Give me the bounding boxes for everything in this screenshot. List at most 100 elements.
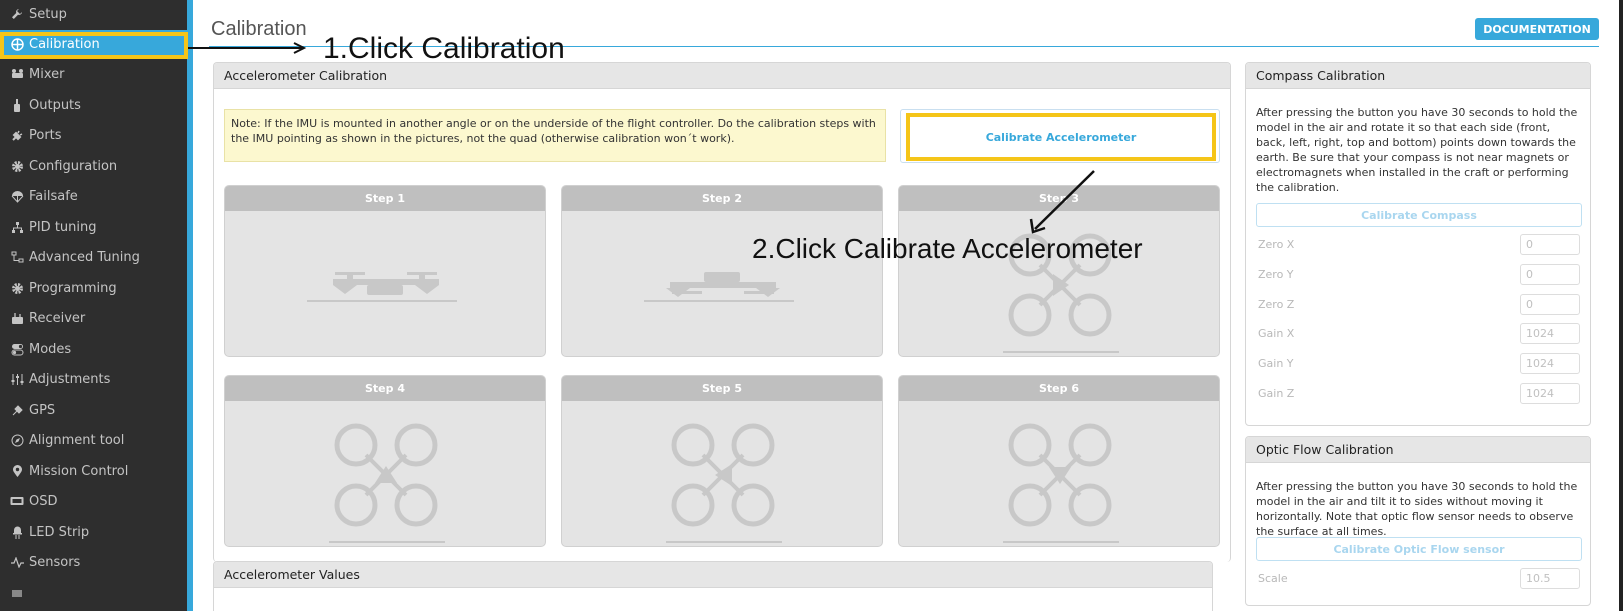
compass-field-gain-y: Gain Y 1024 [1258,352,1580,374]
optic-flow-calibration-panel: Optic Flow Calibration After pressing th… [1245,436,1591,606]
step-label: Step 1 [225,186,545,211]
sidebar-item-outputs[interactable]: Outputs [0,91,187,119]
compass-field-zero-x: Zero X 0 [1258,233,1580,255]
sidebar-item-label: LED Strip [29,524,90,540]
step-label: Step 6 [899,376,1219,401]
optic-flow-instructions: After pressing the button you have 30 se… [1256,480,1578,538]
step-label: Step 3 [899,186,1219,211]
sidebar-item-label: Mixer [29,66,65,82]
sidebar-item-receiver[interactable]: Receiver [0,304,187,332]
step-1-card: Step 1 [224,185,546,357]
sidebar-item-label: Modes [29,341,72,357]
field-value[interactable]: 10.5 [1520,567,1580,589]
sidebar-item-label: Receiver [29,310,86,326]
field-label: Gain Z [1258,386,1295,400]
tethered-icon [10,586,24,600]
field-label: Zero Z [1258,297,1295,311]
sidebar-item-label: GPS [29,402,56,418]
step-3-card: Step 3 [898,185,1220,357]
mixer-icon [10,67,24,81]
panel-title: Accelerometer Values [214,562,1212,588]
quad-top-arrow-down-image [1003,423,1119,543]
calibration-note: Note: If the IMU is mounted in another a… [224,109,886,162]
sidebar-item-label: Mission Control [29,463,129,479]
sidebar-item-adjustments[interactable]: Adjustments [0,365,187,393]
sidebar-item-mission-control[interactable]: Mission Control [0,457,187,485]
calibrate-accelerometer-button[interactable]: Calibrate Accelerometer [906,113,1216,161]
sidebar-item-pid-tuning[interactable]: PID tuning [0,213,187,241]
annotation-step-1: 1.Click Calibration [323,32,565,65]
pulse-icon [10,555,24,569]
sidebar-item-ports[interactable]: Ports [0,121,187,149]
optic-flow-field-scale: Scale 10.5 [1258,567,1580,589]
sidebar-item-label: Programming [29,280,117,296]
sidebar-item-label: PID tuning [29,219,97,235]
sidebar-item-alignment-tool[interactable]: Alignment tool [0,426,187,454]
field-label: Gain X [1258,326,1295,340]
sidebar-item-label: Advanced Tuning [29,249,140,265]
main-content: Calibration DOCUMENTATION Accelerometer … [193,0,1623,611]
quad-level-side-image [307,272,457,302]
annotation-step-2: 2.Click Calibrate Accelerometer [752,233,1143,264]
panel-title: Accelerometer Calibration [214,63,1230,89]
calibrate-compass-button[interactable]: Calibrate Compass [1256,203,1582,227]
field-label: Zero X [1258,237,1295,251]
sidebar-item-failsafe[interactable]: Failsafe [0,182,187,210]
field-value[interactable]: 0 [1520,233,1580,255]
parachute-icon [10,189,24,203]
sidebar-item-led-strip[interactable]: LED Strip [0,518,187,546]
field-value[interactable]: 1024 [1520,322,1580,344]
sidebar-item-mixer[interactable]: Mixer [0,60,187,88]
sidebar-item-label: OSD [29,493,58,509]
step-label: Step 4 [225,376,545,401]
field-label: Gain Y [1258,356,1294,370]
sidebar-item-label: Outputs [29,97,81,113]
sidebar-item-osd[interactable]: OSD [0,487,187,515]
sidebar-item-label: Failsafe [29,188,78,204]
receiver-icon [10,311,24,325]
sidebar-item-advanced-tuning[interactable]: Advanced Tuning [0,243,187,271]
compass-instructions: After pressing the button you have 30 se… [1256,106,1578,194]
sidebar-item-label: Setup [29,6,67,22]
osd-icon [10,494,24,508]
sidebar-item-label: Sensors [29,554,81,570]
sitemap-icon [10,220,24,234]
sidebar-item-configuration[interactable]: Configuration [0,152,187,180]
led-icon [10,525,24,539]
tree-icon [10,250,24,264]
step-label: Step 2 [562,186,882,211]
field-label: Scale [1258,571,1288,585]
field-value[interactable]: 0 [1520,263,1580,285]
field-value[interactable]: 1024 [1520,352,1580,374]
documentation-button[interactable]: DOCUMENTATION [1475,18,1599,40]
sidebar-item-setup[interactable]: Setup [0,0,187,28]
plug-icon [10,128,24,142]
sidebar-item-sensors[interactable]: Sensors [0,548,187,576]
sidebar-item-programming[interactable]: Programming [0,274,187,302]
wrench-icon [10,7,24,21]
compass-field-gain-z: Gain Z 1024 [1258,382,1580,404]
accelerometer-calibration-panel: Accelerometer Calibration Note: If the I… [213,62,1231,562]
panel-title: Compass Calibration [1246,63,1590,89]
compass-icon [10,433,24,447]
sidebar-item-label: Adjustments [29,371,111,387]
field-value[interactable]: 0 [1520,293,1580,315]
panel-title: Optic Flow Calibration [1246,437,1590,463]
step-5-card: Step 5 [561,375,883,547]
sidebar-item-label: Configuration [29,158,118,174]
sidebar-item-gps[interactable]: GPS [0,396,187,424]
compass-field-gain-x: Gain X 1024 [1258,322,1580,344]
field-value[interactable]: 1024 [1520,382,1580,404]
sidebar-item-cutoff[interactable] [0,579,187,607]
accelerometer-values-panel: Accelerometer Values [213,561,1213,611]
sidebar-item-modes[interactable]: Modes [0,335,187,363]
compass-field-zero-z: Zero Z 0 [1258,293,1580,315]
step-4-card: Step 4 [224,375,546,547]
step-2-card: Step 2 [561,185,883,357]
sliders-icon [10,372,24,386]
quad-top-arrow-up-image [329,423,445,543]
window-edge [1619,0,1623,611]
sidebar-item-label: Alignment tool [29,432,125,448]
calibrate-optic-flow-button[interactable]: Calibrate Optic Flow sensor [1256,537,1582,561]
page-title: Calibration [211,18,307,40]
